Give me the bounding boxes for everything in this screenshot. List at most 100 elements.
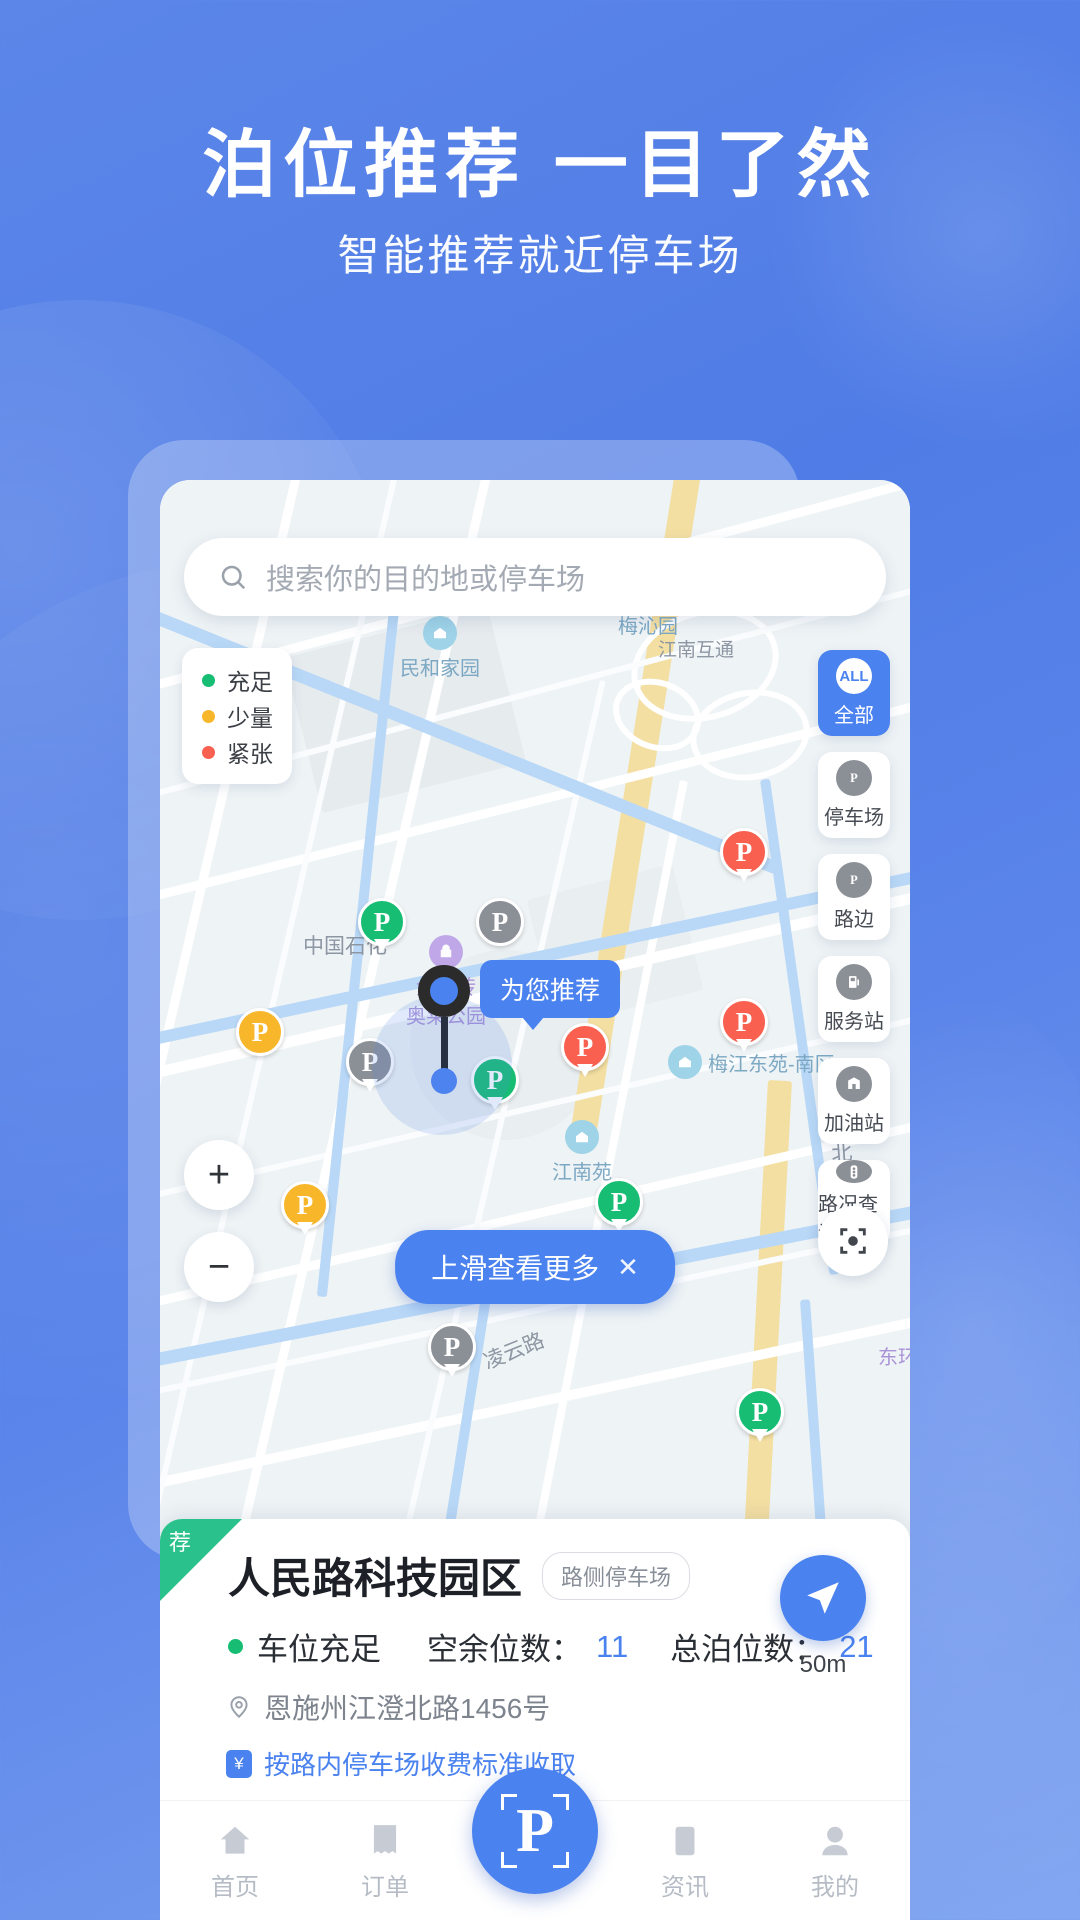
recommend-tooltip: 为您推荐 <box>480 960 621 1030</box>
residence-icon <box>565 1120 599 1154</box>
parking-pin-unknown[interactable]: P <box>428 1323 476 1379</box>
crosshair-icon <box>840 1228 866 1254</box>
legend-dot-green <box>202 673 215 687</box>
tab-label: 我的 <box>811 1874 859 1901</box>
filter-label: 路边 <box>834 909 874 931</box>
parking-detail-card[interactable]: 荐 人民路科技园区 路侧停车场 车位充足 空余位数： 11 总泊位数： 21 恩… <box>160 1519 910 1800</box>
map-road-label: 凌云路 <box>480 1328 548 1374</box>
search-icon <box>221 565 246 590</box>
scan-park-fab[interactable]: P <box>472 1768 598 1894</box>
free-spaces-value: 11 <box>596 1628 629 1664</box>
map-poi[interactable]: 民和家园 <box>400 616 480 681</box>
availability-row: 车位充足 空余位数： 11 总泊位数： 21 <box>190 1624 880 1669</box>
residence-icon <box>423 616 457 650</box>
legend-dot-yellow <box>202 709 215 723</box>
address-row: 恩施州江澄北路1456号 <box>190 1687 880 1727</box>
parking-pin-tight[interactable]: P <box>720 998 768 1054</box>
filter-label: 服务站 <box>824 1011 884 1033</box>
tab-label: 首页 <box>211 1874 259 1901</box>
parking-pin-available[interactable]: P <box>736 1388 784 1444</box>
parking-pin-tight[interactable]: P <box>561 1023 609 1079</box>
parking-pin-tight[interactable]: P <box>720 828 768 884</box>
recenter-button[interactable] <box>818 1206 888 1276</box>
legend-label: 紧张 <box>227 741 273 767</box>
location-pin-icon <box>230 1696 248 1719</box>
close-icon[interactable]: ✕ <box>617 1252 639 1283</box>
tab-label: 资讯 <box>661 1874 709 1901</box>
status-dot <box>228 1639 243 1654</box>
tab-label: 订单 <box>361 1874 409 1901</box>
all-icon: ALL <box>836 658 872 694</box>
legend-label: 充足 <box>227 669 273 695</box>
filter-label: 停车场 <box>824 807 884 829</box>
service-station-pin-icon <box>836 964 872 1000</box>
yuan-icon: ¥ <box>226 1749 252 1778</box>
navigate-icon <box>807 1582 839 1614</box>
parking-lot-pin-icon: P <box>836 760 872 796</box>
receipt-icon <box>373 1825 397 1854</box>
map-road-label: 江南互通 <box>658 640 735 661</box>
legend-item-sufficient: 充足 <box>202 662 292 698</box>
swipe-up-more-pill[interactable]: 上滑查看更多 ✕ <box>395 1230 675 1304</box>
recommended-badge-label: 荐 <box>169 1530 192 1555</box>
legend-item-tight: 紧张 <box>202 734 292 770</box>
person-icon <box>822 1826 848 1856</box>
scan-brackets-icon <box>501 1794 569 1868</box>
legend-item-few: 少量 <box>202 698 292 734</box>
gas-station-pin-icon <box>836 1066 872 1102</box>
news-icon <box>675 1826 695 1856</box>
page-subtitle: 智能推荐就近停车场 <box>337 232 743 279</box>
distance-label: 50m <box>799 1651 847 1678</box>
parking-pin-label: P <box>476 898 524 946</box>
filter-label: 加油站 <box>824 1113 884 1135</box>
filter-all[interactable]: ALL 全部 <box>818 650 890 736</box>
zoom-in-button[interactable]: + <box>184 1140 254 1210</box>
status-text: 车位充足 <box>257 1632 381 1667</box>
legend-dot-red <box>202 745 215 759</box>
phone-screen: 梅沁园 民和家园 江南互通 中国石化 金沙砖 奥莱公园 梅江东苑-南区 江南苑 … <box>160 480 910 1920</box>
map-poi-label: 民和家园 <box>400 658 480 680</box>
map-poi-label: 东环钢贸城 <box>878 1347 910 1369</box>
recommended-badge: 荐 <box>160 1519 242 1601</box>
map-zoom-controls: + − <box>184 1140 254 1324</box>
map-poi[interactable]: 东环钢贸城 <box>878 1305 910 1370</box>
svg-text:P: P <box>850 771 858 785</box>
traffic-light-pin-icon <box>836 1160 872 1183</box>
tab-home[interactable]: 首页 <box>160 1801 310 1902</box>
map-poi[interactable]: 江南苑 <box>552 1120 612 1185</box>
location-ring-icon <box>418 965 470 1017</box>
mall-icon <box>429 935 463 969</box>
card-title-row: 人民路科技园区 路侧停车场 <box>190 1545 880 1606</box>
filter-gas-station[interactable]: 加油站 <box>818 1058 890 1144</box>
page-title: 泊位推荐 一目了然 <box>202 123 878 206</box>
filter-parking-lot[interactable]: P 停车场 <box>818 752 890 838</box>
filter-service-station[interactable]: 服务站 <box>818 956 890 1042</box>
search-input[interactable]: 搜索你的目的地或停车场 <box>266 556 585 598</box>
svg-text:P: P <box>850 873 858 887</box>
map-filter-rail: ALL 全部 P 停车场 P 路边 服务站 加油站 路况查询 <box>818 650 890 1262</box>
navigate-button-circle[interactable] <box>780 1555 866 1641</box>
parking-type-tag: 路侧停车场 <box>542 1551 691 1600</box>
navigate-button[interactable]: 50m <box>780 1555 866 1679</box>
parking-pin-few[interactable]: P <box>281 1181 329 1237</box>
parking-name: 人民路科技园区 <box>228 1555 523 1602</box>
filter-label: 全部 <box>834 705 874 727</box>
tab-news[interactable]: 资讯 <box>610 1801 760 1902</box>
filter-roadside[interactable]: P 路边 <box>818 854 890 940</box>
zoom-out-button[interactable]: − <box>184 1232 254 1302</box>
tab-profile[interactable]: 我的 <box>760 1801 910 1902</box>
parking-pin-available[interactable]: P <box>358 898 406 954</box>
residence-icon <box>668 1045 702 1079</box>
parking-pin-unknown[interactable]: P <box>476 898 524 954</box>
swipe-up-label: 上滑查看更多 <box>431 1253 600 1284</box>
availability-legend: 充足 少量 紧张 <box>182 648 292 784</box>
free-spaces-label: 空余位数： <box>427 1632 582 1667</box>
parking-pin-available[interactable]: P <box>595 1178 643 1234</box>
address-text: 恩施州江澄北路1456号 <box>264 1693 551 1724</box>
tab-orders[interactable]: 订单 <box>310 1801 460 1902</box>
search-bar[interactable]: 搜索你的目的地或停车场 <box>184 538 886 616</box>
current-location-marker <box>372 965 512 1135</box>
parking-pin-few[interactable]: P <box>236 1008 284 1064</box>
legend-label: 少量 <box>227 705 273 731</box>
parking-pin-label: P <box>236 1008 284 1056</box>
